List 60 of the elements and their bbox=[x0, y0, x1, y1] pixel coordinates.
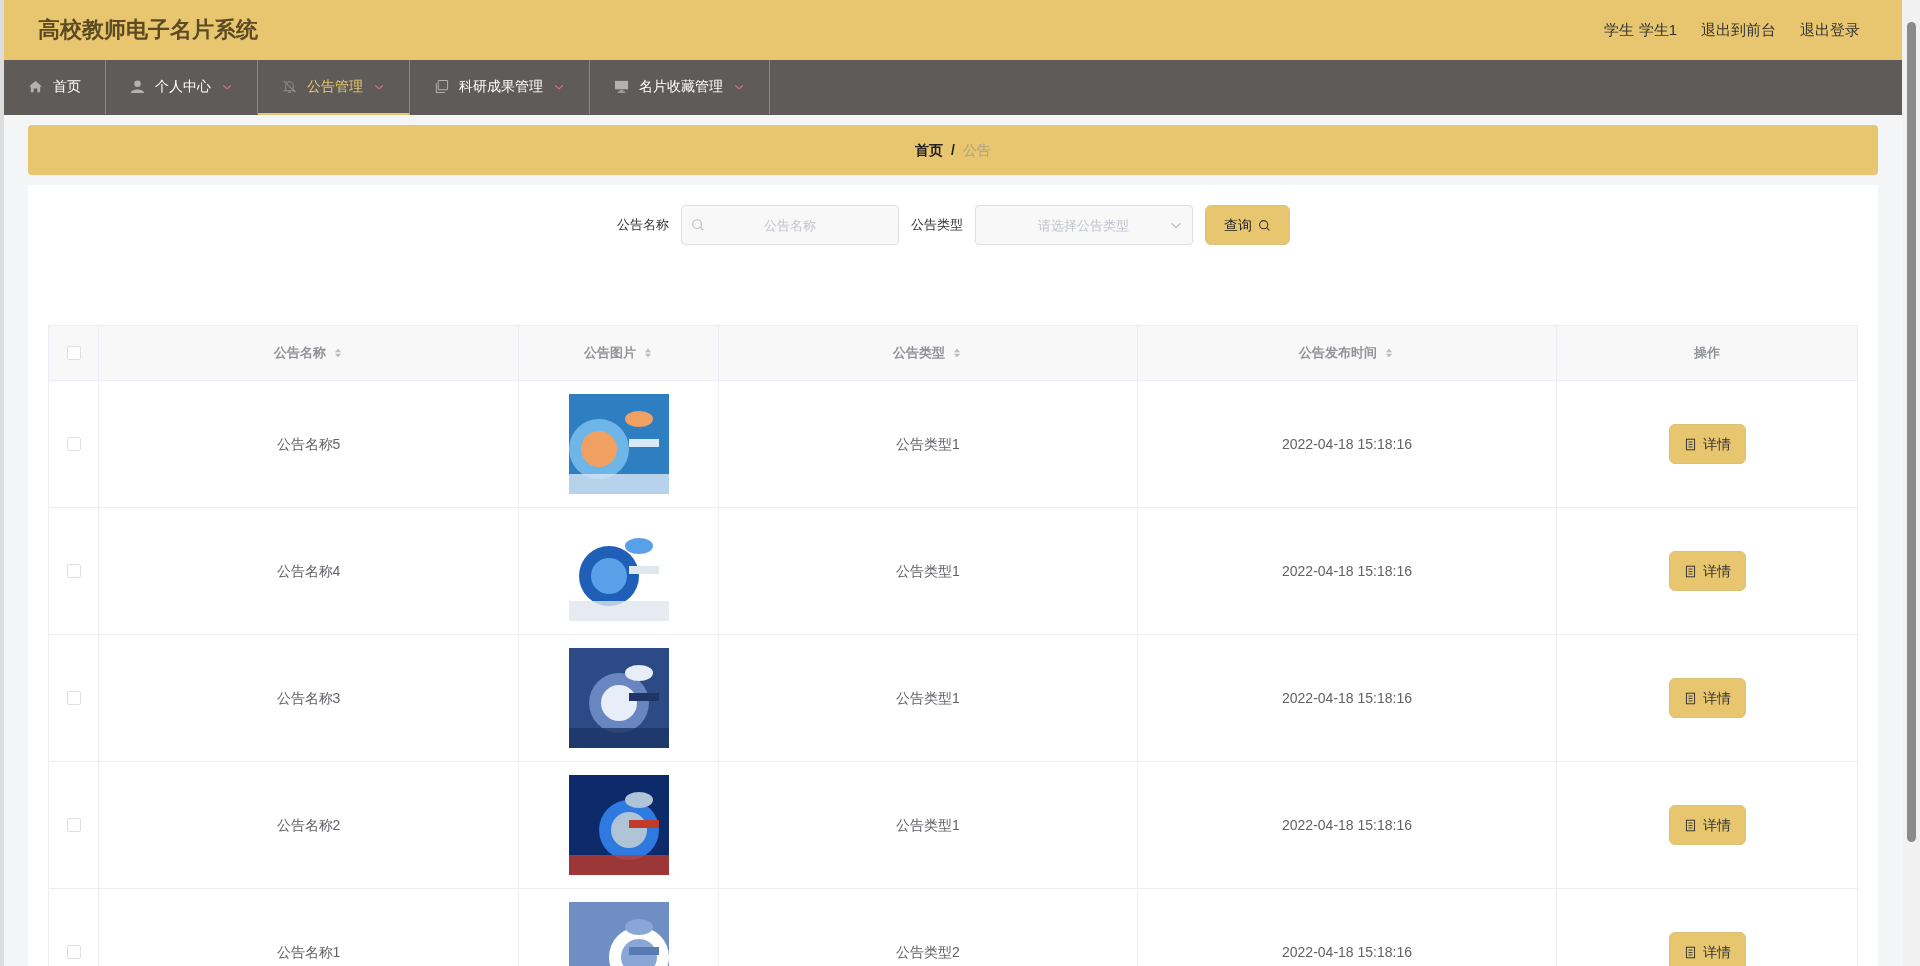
nav-tab[interactable]: 科研成果管理 bbox=[410, 60, 590, 115]
search-icon bbox=[690, 218, 705, 232]
details-button[interactable]: 详情 bbox=[1668, 551, 1746, 591]
search-button[interactable]: 查询 bbox=[1204, 205, 1290, 245]
table-cell-text: 2022-04-18 15:18:16 bbox=[1282, 815, 1412, 835]
app-title: 高校教师电子名片系统 bbox=[38, 16, 258, 44]
scrollbar[interactable] bbox=[1902, 0, 1920, 966]
header-link[interactable]: 退出登录 bbox=[1800, 18, 1860, 42]
column-header: 公告名称 bbox=[273, 344, 326, 363]
column-header: 公告发布时间 bbox=[1299, 344, 1377, 363]
nav-tab[interactable]: 公告管理 bbox=[258, 60, 410, 115]
table-cell-text: 公告类型1 bbox=[896, 815, 960, 835]
row-checkbox[interactable] bbox=[66, 818, 81, 832]
field-label: 公告名称 bbox=[616, 216, 669, 235]
person-icon bbox=[130, 79, 145, 94]
details-button[interactable]: 详情 bbox=[1668, 424, 1746, 464]
nav-tab[interactable]: 首页 bbox=[4, 60, 106, 115]
table-cell-text: 公告类型1 bbox=[896, 561, 960, 581]
document-icon bbox=[1683, 564, 1697, 578]
row-checkbox[interactable] bbox=[66, 945, 81, 959]
table-cell-text: 公告类型1 bbox=[896, 688, 960, 708]
header-link[interactable]: 学生 学生1 bbox=[1604, 18, 1677, 42]
home-icon bbox=[28, 79, 43, 94]
details-button[interactable]: 详情 bbox=[1668, 932, 1746, 966]
breadcrumb-link[interactable]: 首页 bbox=[915, 139, 944, 161]
field-label: 公告类型 bbox=[910, 216, 963, 235]
table-cell-text: 2022-04-18 15:18:16 bbox=[1282, 688, 1412, 708]
copy-icon bbox=[434, 79, 449, 94]
details-button[interactable]: 详情 bbox=[1668, 805, 1746, 845]
monitor-icon bbox=[614, 79, 629, 94]
nav-tab[interactable]: 个人中心 bbox=[106, 60, 258, 115]
document-icon bbox=[1683, 691, 1697, 705]
column-header: 公告图片 bbox=[583, 344, 636, 363]
table-cell-text: 公告类型1 bbox=[896, 434, 960, 454]
column-header: 公告类型 bbox=[893, 344, 945, 363]
table-cell-text: 2022-04-18 15:18:16 bbox=[1282, 942, 1412, 962]
table-cell-text: 公告名称3 bbox=[276, 688, 341, 708]
select-all-checkbox[interactable] bbox=[66, 346, 81, 360]
breadcrumb-separator: / bbox=[951, 140, 955, 160]
document-icon bbox=[1683, 437, 1697, 451]
row-checkbox[interactable] bbox=[66, 437, 81, 451]
table-cell-text: 公告名称4 bbox=[276, 561, 341, 581]
nav-tab[interactable]: 名片收藏管理 bbox=[590, 60, 770, 115]
table-cell-text: 公告名称1 bbox=[276, 942, 341, 962]
table-cell-text: 公告名称5 bbox=[276, 434, 341, 454]
document-icon bbox=[1683, 818, 1697, 832]
bell-slash-icon bbox=[282, 79, 297, 94]
scrollbar-thumb[interactable] bbox=[1907, 22, 1916, 842]
details-button[interactable]: 详情 bbox=[1668, 678, 1746, 718]
table-cell-text: 2022-04-18 15:18:16 bbox=[1282, 561, 1412, 581]
row-checkbox[interactable] bbox=[66, 564, 81, 578]
column-header: 操作 bbox=[1694, 344, 1720, 363]
row-checkbox[interactable] bbox=[66, 691, 81, 705]
table-cell-text: 公告类型2 bbox=[896, 942, 960, 962]
table-cell-text: 公告名称2 bbox=[276, 815, 341, 835]
table-cell-text: 2022-04-18 15:18:16 bbox=[1282, 434, 1412, 454]
search-icon bbox=[1257, 218, 1271, 232]
document-icon bbox=[1683, 945, 1697, 959]
header-link[interactable]: 退出到前台 bbox=[1701, 18, 1776, 42]
breadcrumb-current: 公告 bbox=[962, 140, 991, 160]
